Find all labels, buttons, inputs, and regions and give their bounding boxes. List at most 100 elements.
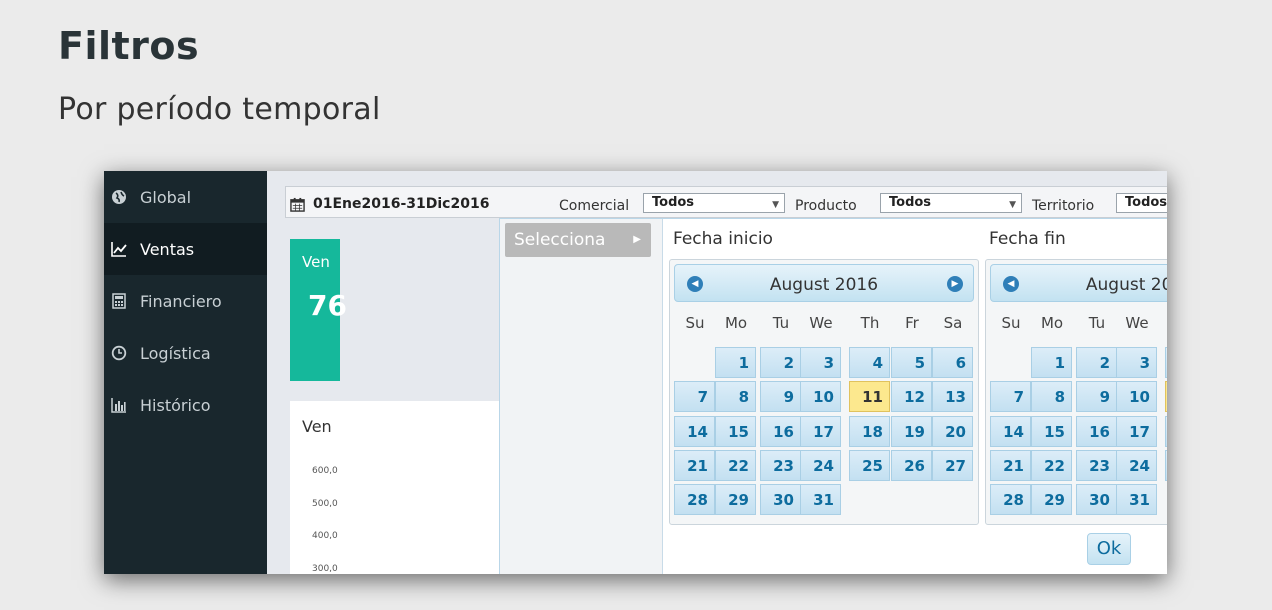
date-range-picker[interactable]: 01Ene2016-31Dic2016: [290, 196, 489, 212]
calendar-day[interactable]: 15: [1031, 416, 1072, 447]
calendar-day[interactable]: 1: [715, 347, 756, 378]
calendar-day[interactable]: 26: [891, 450, 932, 481]
weekday-header: Tu: [1088, 314, 1106, 332]
calendar-day[interactable]: 3: [800, 347, 841, 378]
sidebar-item-label: Histórico: [140, 395, 211, 415]
calendar-day-today[interactable]: 11: [849, 381, 890, 412]
calendar-day[interactable]: 16: [1076, 416, 1117, 447]
slide-title: Filtros: [58, 24, 200, 68]
calendar-day[interactable]: 30: [1076, 484, 1117, 515]
range-option-label: Selecciona: [514, 230, 606, 250]
calendar-day[interactable]: 27: [932, 450, 973, 481]
calendar-day[interactable]: 22: [1031, 450, 1072, 481]
calendar-day[interactable]: 22: [715, 450, 756, 481]
sidebar-item-financiero[interactable]: Financiero: [104, 275, 267, 327]
calendar-day[interactable]: 25: [1165, 450, 1167, 481]
territorio-label: Territorio: [1032, 198, 1095, 214]
calendar-day[interactable]: 4: [1165, 347, 1167, 378]
kpi-value: 76: [308, 289, 347, 322]
globe-icon: [111, 189, 127, 205]
sidebar-item-historico[interactable]: Histórico: [104, 379, 267, 431]
calendar-month-title: August 2016: [1085, 275, 1167, 295]
calendar-day[interactable]: 9: [1076, 381, 1117, 412]
calendar-day[interactable]: 18: [1165, 416, 1167, 447]
calendar-day[interactable]: 18: [849, 416, 890, 447]
bar-chart-icon: [111, 397, 127, 413]
calendar-day[interactable]: 30: [760, 484, 801, 515]
calendar-day[interactable]: 28: [674, 484, 715, 515]
next-month-button[interactable]: ▶: [947, 276, 963, 292]
calendar-day[interactable]: 8: [715, 381, 756, 412]
weekday-header: Sa: [943, 314, 963, 332]
calendar-day[interactable]: 8: [1031, 381, 1072, 412]
calendar-day[interactable]: 7: [674, 381, 715, 412]
calendar-day[interactable]: 31: [1116, 484, 1157, 515]
calendar-day[interactable]: 14: [990, 416, 1031, 447]
comercial-select[interactable]: Todos ▼: [643, 193, 785, 213]
calendar-day[interactable]: 16: [760, 416, 801, 447]
sidebar: Global Ventas Financiero Logística Histó…: [104, 171, 267, 574]
weekday-header: Tu: [772, 314, 790, 332]
weekday-header: Su: [685, 314, 705, 332]
sidebar-item-ventas[interactable]: Ventas: [104, 223, 267, 275]
calendar-day[interactable]: 13: [932, 381, 973, 412]
calendar-day[interactable]: 14: [674, 416, 715, 447]
territorio-select[interactable]: Todos: [1116, 193, 1167, 213]
calendar-day[interactable]: 2: [760, 347, 801, 378]
chevron-right-icon: ▶: [633, 234, 641, 245]
calendar-day[interactable]: 15: [715, 416, 756, 447]
calendar-day[interactable]: 21: [990, 450, 1031, 481]
territorio-value: Todos: [1125, 195, 1167, 210]
calendar-day-today[interactable]: 11: [1165, 381, 1167, 412]
y-tick-label: 300,0: [312, 564, 338, 574]
calendar-day[interactable]: 10: [800, 381, 841, 412]
sidebar-item-label: Global: [140, 187, 192, 207]
calendar-day[interactable]: 21: [674, 450, 715, 481]
weekday-header: We: [809, 314, 833, 332]
calendar-day[interactable]: 3: [1116, 347, 1157, 378]
calendar-day[interactable]: 17: [1116, 416, 1157, 447]
calendar-day[interactable]: 25: [849, 450, 890, 481]
calendar-day[interactable]: 1: [1031, 347, 1072, 378]
calendar-day[interactable]: 7: [990, 381, 1031, 412]
ok-button[interactable]: Ok: [1087, 533, 1131, 565]
calendar-day[interactable]: 2: [1076, 347, 1117, 378]
calendar-day[interactable]: 20: [932, 416, 973, 447]
calendar-day[interactable]: 19: [891, 416, 932, 447]
calendar-day[interactable]: 4: [849, 347, 890, 378]
line-chart-icon: [111, 241, 127, 257]
main-content: 01Ene2016-31Dic2016 Comercial Todos ▼ Pr…: [267, 171, 1167, 574]
chevron-down-icon: ▼: [772, 200, 779, 210]
calendar-icon: [290, 197, 305, 212]
sidebar-item-global[interactable]: Global: [104, 171, 267, 223]
sidebar-item-label: Ventas: [140, 239, 195, 259]
calendar-day[interactable]: 23: [1076, 450, 1117, 481]
sidebar-item-logistica[interactable]: Logística: [104, 327, 267, 379]
calculator-icon: [111, 293, 127, 309]
calendar-day[interactable]: 6: [932, 347, 973, 378]
producto-select[interactable]: Todos ▼: [880, 193, 1022, 213]
calendar-day[interactable]: 9: [760, 381, 801, 412]
calendar-day[interactable]: 23: [760, 450, 801, 481]
calendar-day[interactable]: 31: [800, 484, 841, 515]
calendar-month-title: August 2016: [769, 275, 879, 295]
chart-title: Ven: [302, 417, 332, 436]
calendar-day[interactable]: 10: [1116, 381, 1157, 412]
calendar-header: ◀ August 2016 ▶: [674, 264, 974, 302]
end-date-label: Fecha fin: [989, 229, 1066, 249]
calendar-day[interactable]: 28: [990, 484, 1031, 515]
calendar-day[interactable]: 24: [800, 450, 841, 481]
calendar-day[interactable]: 12: [891, 381, 932, 412]
date-range-text: 01Ene2016-31Dic2016: [313, 196, 490, 212]
calendar-day[interactable]: 29: [715, 484, 756, 515]
clock-icon: [111, 345, 127, 361]
comercial-value: Todos: [652, 195, 695, 210]
calendar-day[interactable]: 17: [800, 416, 841, 447]
range-option-selecciona[interactable]: Selecciona ▶: [505, 223, 651, 257]
calendar-day[interactable]: 5: [891, 347, 932, 378]
chevron-down-icon: ▼: [1009, 200, 1016, 210]
y-tick-label: 400,0: [312, 531, 338, 541]
weekday-header: Th: [1166, 314, 1167, 332]
calendar-day[interactable]: 29: [1031, 484, 1072, 515]
calendar-day[interactable]: 24: [1116, 450, 1157, 481]
